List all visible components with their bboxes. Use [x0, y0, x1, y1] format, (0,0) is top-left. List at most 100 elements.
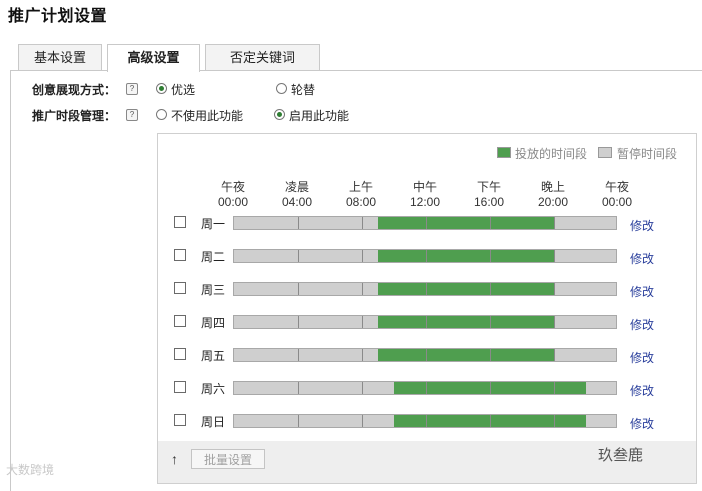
legend-active-swatch [497, 147, 511, 158]
bar-tick [426, 283, 427, 295]
radio-optimize[interactable] [156, 83, 167, 94]
schedule-bar[interactable] [233, 216, 617, 230]
day-checkbox[interactable] [174, 381, 186, 393]
time-header-period: 中午 [412, 180, 437, 194]
bar-tick [490, 283, 491, 295]
day-label: 周五 [201, 349, 226, 363]
edit-link[interactable]: 修改 [630, 283, 654, 300]
bar-tick [298, 283, 299, 295]
day-label: 周三 [201, 283, 226, 297]
bar-tick [554, 316, 555, 328]
edit-link[interactable]: 修改 [630, 382, 654, 399]
day-label: 周四 [201, 316, 226, 330]
bar-tick [362, 316, 363, 328]
time-header-time: 08:00 [345, 195, 377, 209]
help-icon[interactable]: ? [126, 83, 138, 95]
radio-optimize-label: 优选 [171, 83, 196, 97]
watermark-left: 大数跨境 [6, 463, 55, 477]
bar-tick [490, 349, 491, 361]
radio-disable-schedule[interactable] [156, 109, 167, 120]
edit-link[interactable]: 修改 [630, 415, 654, 432]
bar-tick [490, 250, 491, 262]
time-header-time: 20:00 [537, 195, 569, 209]
batch-settings-button[interactable]: 批量设置 [191, 449, 266, 469]
day-checkbox[interactable] [174, 216, 186, 228]
day-label: 周一 [201, 217, 226, 231]
schedule-bar[interactable] [233, 348, 617, 362]
time-header-period: 下午 [476, 180, 501, 194]
bar-tick [362, 382, 363, 394]
day-checkbox[interactable] [174, 348, 186, 360]
bar-tick [554, 217, 555, 229]
bar-tick [554, 250, 555, 262]
bar-tick [362, 349, 363, 361]
active-time-segment [378, 217, 554, 229]
active-time-segment [378, 283, 554, 295]
bar-tick [298, 316, 299, 328]
bar-tick [298, 382, 299, 394]
edit-link[interactable]: 修改 [630, 217, 654, 234]
bar-tick [554, 382, 555, 394]
bar-tick [490, 382, 491, 394]
creative-display-label: 创意展现方式： [32, 83, 117, 97]
time-header-time: 12:00 [409, 195, 441, 209]
bar-tick [298, 349, 299, 361]
day-checkbox[interactable] [174, 282, 186, 294]
time-header-period: 晚上 [540, 180, 565, 194]
bar-tick [554, 283, 555, 295]
watermark-right: 玖叁鹿 [598, 447, 644, 464]
radio-enable-schedule-label: 启用此功能 [289, 109, 350, 123]
day-label: 周六 [201, 382, 226, 396]
day-checkbox[interactable] [174, 315, 186, 327]
time-header-time: 00:00 [601, 195, 633, 209]
tab-basic-settings[interactable]: 基本设置 [18, 44, 102, 71]
legend-paused-label: 暂停时间段 [617, 147, 678, 161]
edit-link[interactable]: 修改 [630, 250, 654, 267]
time-header-period: 凌晨 [284, 180, 309, 194]
page-title: 推广计划设置 [8, 8, 108, 25]
day-checkbox[interactable] [174, 249, 186, 261]
time-header-time: 00:00 [217, 195, 249, 209]
day-checkbox[interactable] [174, 414, 186, 426]
bar-tick [490, 316, 491, 328]
bar-tick [554, 415, 555, 427]
radio-enable-schedule[interactable] [274, 109, 285, 120]
tab-negative-keywords[interactable]: 否定关键词 [205, 44, 320, 71]
bar-tick [490, 415, 491, 427]
schedule-bar[interactable] [233, 315, 617, 329]
bar-tick [298, 250, 299, 262]
radio-rotate[interactable] [276, 83, 287, 94]
time-header-period: 上午 [348, 180, 373, 194]
bar-tick [426, 415, 427, 427]
help-icon[interactable]: ? [126, 109, 138, 121]
bar-tick [362, 250, 363, 262]
bar-tick [362, 217, 363, 229]
radio-rotate-label: 轮替 [291, 83, 316, 97]
edit-link[interactable]: 修改 [630, 316, 654, 333]
time-header-time: 04:00 [281, 195, 313, 209]
schedule-bar[interactable] [233, 249, 617, 263]
bar-tick [426, 349, 427, 361]
schedule-bar[interactable] [233, 414, 617, 428]
time-header-period: 午夜 [220, 180, 245, 194]
time-header-period: 午夜 [604, 180, 629, 194]
active-time-segment [378, 349, 554, 361]
edit-link[interactable]: 修改 [630, 349, 654, 366]
bar-tick [554, 349, 555, 361]
day-label: 周日 [201, 415, 226, 429]
schedule-bar[interactable] [233, 381, 617, 395]
day-label: 周二 [201, 250, 226, 264]
legend-paused-swatch [598, 147, 612, 158]
bar-tick [426, 250, 427, 262]
bar-tick [298, 415, 299, 427]
radio-disable-schedule-label: 不使用此功能 [171, 109, 244, 123]
time-header-time: 16:00 [473, 195, 505, 209]
arrow-up-icon: ↑ [171, 451, 178, 467]
schedule-bar[interactable] [233, 282, 617, 296]
bar-tick [426, 217, 427, 229]
active-time-segment [378, 250, 554, 262]
tab-advanced-settings[interactable]: 高级设置 [107, 44, 200, 72]
active-time-segment [378, 316, 554, 328]
bar-tick [362, 283, 363, 295]
bar-tick [362, 415, 363, 427]
